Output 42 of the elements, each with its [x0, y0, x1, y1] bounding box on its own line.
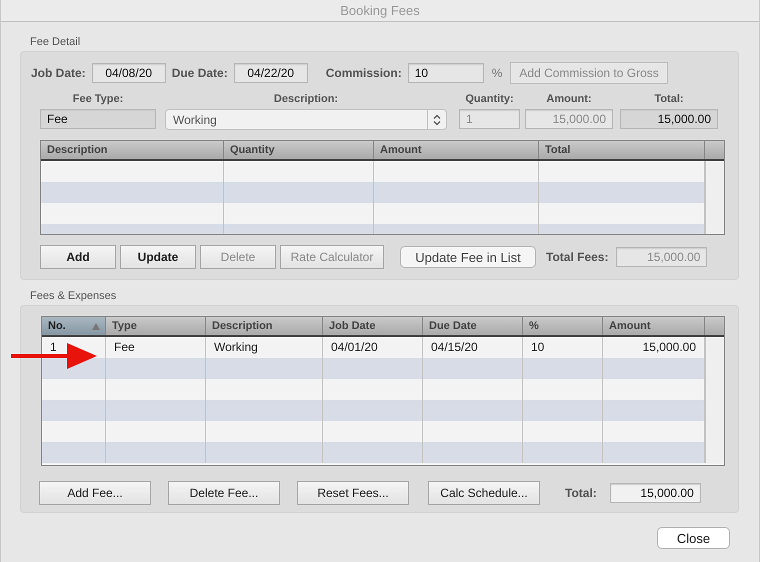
action-button[interactable]: Delete Fee...	[168, 481, 280, 505]
field-label: Total:	[565, 486, 597, 500]
column-header[interactable]: Amount	[374, 141, 539, 159]
window-title: Booking Fees	[340, 3, 420, 18]
column-header[interactable]: No.	[42, 317, 106, 335]
group-label: Fees & Expenses	[30, 290, 116, 302]
field-label: Total:	[654, 93, 684, 105]
action-button[interactable]: Add Fee...	[39, 481, 151, 505]
action-button[interactable]: Reset Fees...	[297, 481, 409, 505]
field-label: Due Date:	[172, 66, 228, 80]
field-label: Quantity:	[465, 93, 514, 105]
field-label: Fee Type:	[72, 93, 124, 105]
action-button[interactable]: Update	[120, 245, 196, 269]
field-label: Job Date:	[31, 66, 86, 80]
column-header[interactable]: Total	[539, 141, 705, 159]
description-dropdown[interactable]: Working	[165, 109, 447, 130]
commission-field[interactable]: 10	[408, 63, 484, 83]
unit-label: %	[492, 66, 502, 80]
column-header[interactable]: Amount	[603, 317, 705, 335]
column-header[interactable]: Type	[106, 317, 206, 335]
column-header[interactable]: %	[523, 317, 603, 335]
fee-type-field[interactable]: Fee	[40, 109, 156, 129]
column-header[interactable]: Job Date	[323, 317, 423, 335]
total-field[interactable]: 15,000.00	[610, 483, 701, 503]
due-date-field[interactable]: 04/22/20	[234, 63, 308, 83]
group-label: Fee Detail	[30, 36, 80, 48]
action-button[interactable]: Add	[40, 245, 116, 269]
total-field[interactable]: 15,000.00	[620, 109, 718, 129]
action-button[interactable]: Calc Schedule...	[428, 481, 540, 505]
update-fee-button[interactable]: Update Fee in List	[400, 246, 536, 268]
job-date-field[interactable]: 04/08/20	[92, 63, 166, 83]
arrow-icon	[11, 343, 97, 369]
column-header[interactable]: Description	[41, 141, 224, 159]
column-header[interactable]: Description	[206, 317, 323, 335]
field-label: Amount:	[546, 93, 592, 105]
column-header[interactable]: Quantity	[224, 141, 374, 159]
field-label: Description:	[274, 93, 338, 105]
field-label: Total Fees:	[546, 250, 608, 264]
sort-ascending-icon	[92, 322, 100, 330]
close-button[interactable]: Close	[657, 527, 730, 549]
field-label: Commission:	[326, 66, 402, 80]
column-header[interactable]: Due Date	[423, 317, 523, 335]
